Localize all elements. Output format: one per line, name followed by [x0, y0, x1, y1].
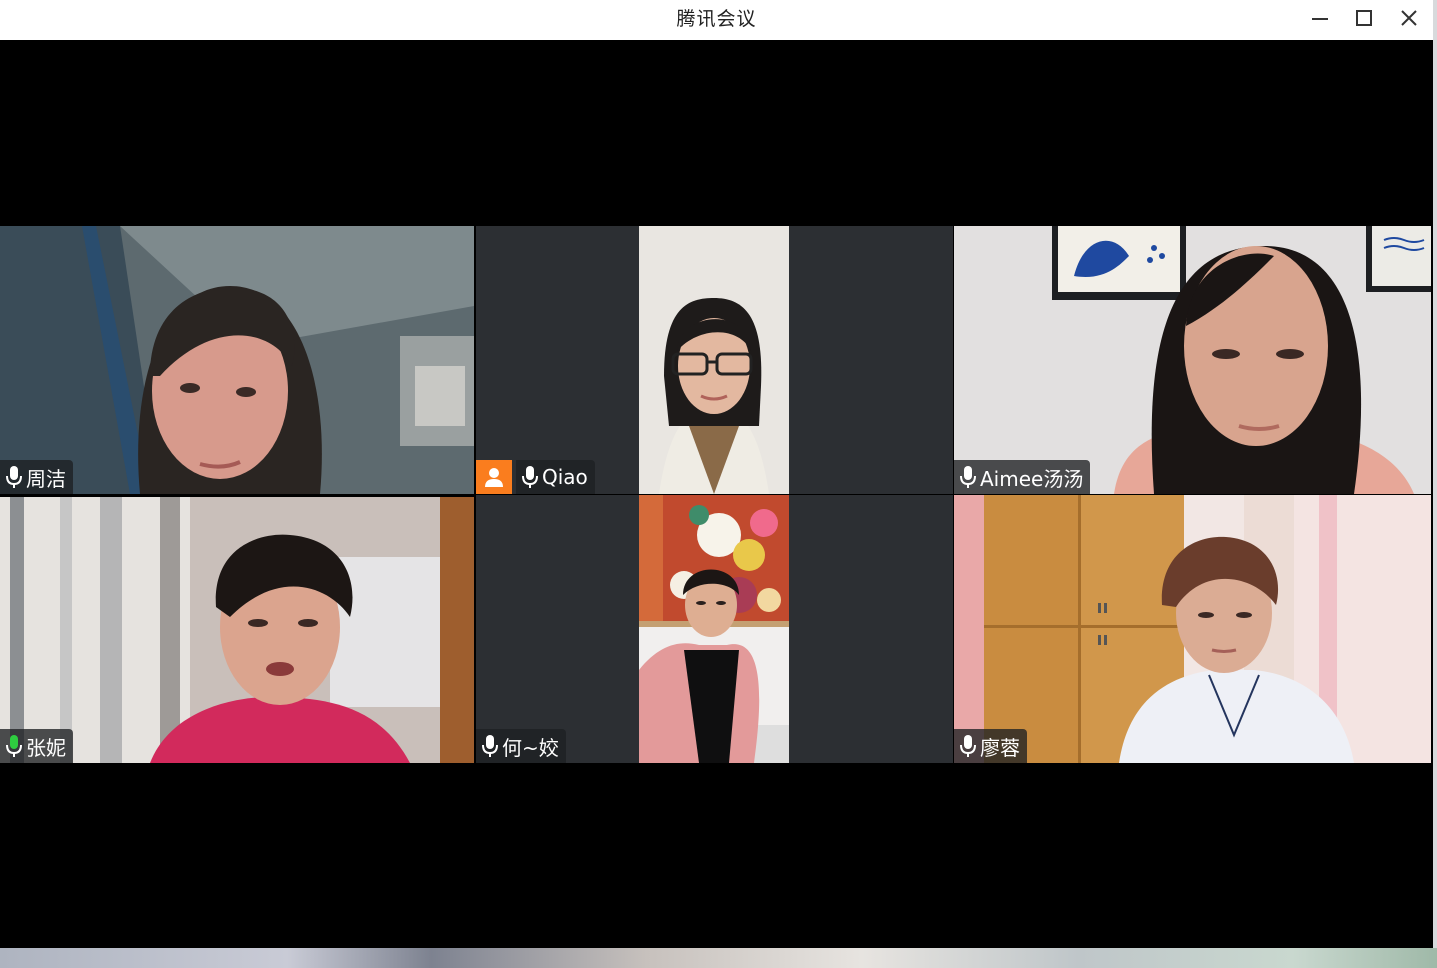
close-button[interactable] [1389, 2, 1429, 34]
participant-name: 周洁 [26, 466, 66, 491]
window-title: 腾讯会议 [676, 8, 757, 30]
participant-label: 何~姣 [476, 729, 566, 763]
participant-video [954, 226, 1431, 494]
participant-name: 张妮 [26, 735, 66, 760]
participant-tile[interactable]: 廖蓉 [954, 495, 1431, 763]
microphone-icon [6, 466, 22, 488]
microphone-icon [960, 735, 976, 757]
participant-tile-speaking[interactable]: 张妮 [0, 497, 474, 763]
participant-label: 廖蓉 [954, 729, 1027, 763]
host-avatar-icon [485, 468, 503, 487]
microphone-icon [960, 466, 976, 488]
participant-label: Qiao [476, 460, 595, 494]
participant-label: Aimee汤汤 [954, 460, 1091, 494]
participant-video [639, 226, 789, 494]
desktop-background-strip [0, 948, 1437, 968]
avatar-badge [476, 460, 512, 494]
participant-name: 何~姣 [502, 735, 559, 760]
participant-tile[interactable]: Qiao [476, 226, 953, 494]
video-grid: 周洁 Qiao Aimee汤汤 张妮 何~姣 廖蓉 [0, 40, 1433, 948]
participant-tile[interactable]: Aimee汤汤 [954, 226, 1431, 494]
participant-name: Qiao [542, 465, 588, 489]
maximize-button[interactable] [1344, 2, 1384, 34]
minimize-button[interactable] [1300, 2, 1340, 34]
participant-video [0, 226, 474, 494]
participant-video [639, 495, 789, 763]
participant-tile[interactable]: 周洁 [0, 226, 474, 494]
participant-label: 张妮 [0, 729, 73, 763]
participant-video [0, 497, 474, 763]
participant-name: Aimee汤汤 [980, 466, 1084, 491]
participant-video [954, 495, 1431, 763]
maximize-icon [1356, 10, 1372, 26]
close-icon [1401, 10, 1417, 26]
meeting-window: 腾讯会议 周洁 Qiao Aimee汤汤 张妮 何~姣 廖蓉 [0, 0, 1433, 948]
participant-name: 廖蓉 [980, 735, 1020, 760]
participant-label: 周洁 [0, 460, 73, 494]
participant-tile[interactable]: 何~姣 [476, 495, 953, 763]
minimize-icon [1312, 18, 1328, 20]
microphone-icon [482, 735, 498, 757]
microphone-icon [522, 466, 538, 488]
title-bar: 腾讯会议 [0, 0, 1433, 40]
microphone-active-icon [6, 735, 22, 757]
